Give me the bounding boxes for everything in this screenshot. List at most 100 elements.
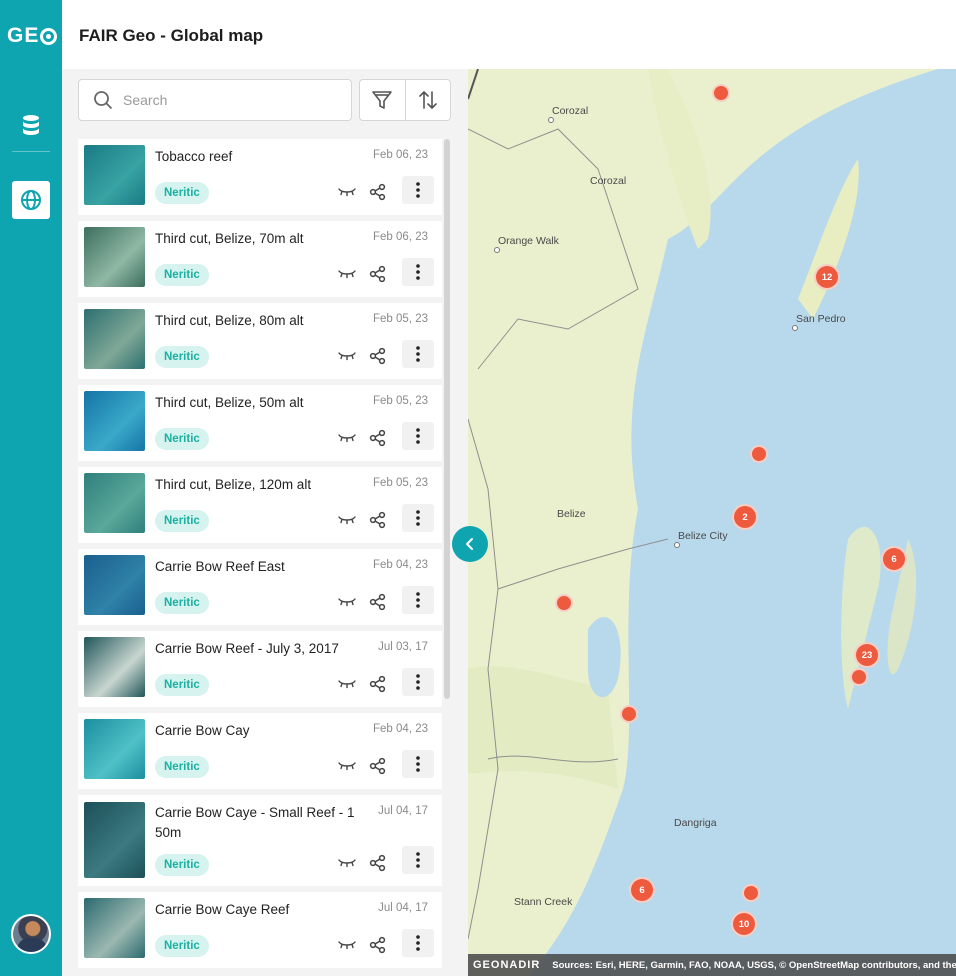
dataset-card[interactable]: Carrie Bow Caye Reef Jul 04, 17 Neritic [78,892,442,968]
dataset-card[interactable]: Third cut, Belize, 50m alt Feb 05, 23 Neri… [78,385,442,461]
global-map-button[interactable] [12,181,50,219]
site-marker[interactable] [742,884,760,902]
dataset-card[interactable]: Tobacco reef Feb 06, 23 Neritic [78,139,442,215]
visibility-toggle[interactable] [336,183,358,201]
more-vertical-icon [416,756,420,772]
geo-logo[interactable]: GE [7,24,58,48]
more-vertical-icon [416,852,420,868]
visibility-toggle[interactable] [336,854,358,872]
dataset-card[interactable]: Carrie Bow Reef - July 3, 2017 Jul 03, 17… [78,631,442,707]
more-options-button[interactable] [402,258,434,286]
dataset-thumbnail[interactable] [84,719,145,779]
cluster-marker[interactable]: 10 [731,911,757,937]
visibility-toggle[interactable] [336,511,358,529]
dataset-thumbnail[interactable] [84,637,145,697]
more-options-button[interactable] [402,504,434,532]
share-icon [369,511,387,529]
site-marker[interactable] [750,445,768,463]
more-options-button[interactable] [402,750,434,778]
cluster-marker[interactable]: 6 [881,546,907,572]
dataset-card[interactable]: Carrie Bow Cay Feb 04, 23 Neritic [78,713,442,789]
share-icon [369,936,387,954]
dataset-card[interactable]: Third cut, Belize, 120m alt Feb 05, 23 Ner… [78,467,442,543]
dataset-name[interactable]: Carrie Bow Cay [155,721,360,741]
visibility-toggle[interactable] [336,265,358,283]
dataset-thumbnail[interactable] [84,802,145,878]
cluster-marker[interactable]: 6 [629,877,655,903]
dataset-name[interactable]: Carrie Bow Reef East [155,557,360,577]
dataset-tag: Neritic [155,674,209,696]
site-marker[interactable] [555,594,573,612]
search-input[interactable] [123,89,333,111]
site-marker[interactable] [712,84,730,102]
visibility-toggle[interactable] [336,347,358,365]
dataset-name[interactable]: Third cut, Belize, 80m alt [155,311,360,331]
dataset-card[interactable]: Third cut, Belize, 80m alt Feb 05, 23 Neri… [78,303,442,379]
filter-button[interactable] [360,80,405,120]
dataset-card[interactable]: Third cut, Belize, 70m alt Feb 06, 23 Neri… [78,221,442,297]
more-options-button[interactable] [402,668,434,696]
dataset-thumbnail[interactable] [84,145,145,205]
place-dot [548,117,554,123]
dataset-card[interactable]: Carrie Bow Caye - Small Reef - 1 50m Jul … [78,795,442,886]
more-options-button[interactable] [402,176,434,204]
share-button[interactable] [368,264,388,284]
more-options-button[interactable] [402,846,434,874]
dataset-thumbnail[interactable] [84,227,145,287]
cluster-marker[interactable]: 12 [814,264,840,290]
eye-closed-icon [337,597,357,607]
dataset-tag: Neritic [155,592,209,614]
dataset-name[interactable]: Third cut, Belize, 70m alt [155,229,360,249]
sort-icon [419,91,437,109]
share-button[interactable] [368,853,388,873]
more-options-button[interactable] [402,586,434,614]
share-button[interactable] [368,935,388,955]
visibility-toggle[interactable] [336,593,358,611]
visibility-toggle[interactable] [336,936,358,954]
share-button[interactable] [368,756,388,776]
share-button[interactable] [368,346,388,366]
sort-button[interactable] [404,80,450,120]
cluster-marker[interactable]: 23 [854,642,880,668]
dataset-card[interactable]: Carrie Bow Reef East Feb 04, 23 Neritic [78,549,442,625]
dataset-thumbnail[interactable] [84,898,145,958]
share-button[interactable] [368,182,388,202]
share-button[interactable] [368,510,388,530]
share-button[interactable] [368,592,388,612]
dataset-name[interactable]: Carrie Bow Reef - July 3, 2017 [155,639,360,659]
dataset-thumbnail[interactable] [84,555,145,615]
more-options-button[interactable] [402,340,434,368]
visibility-toggle[interactable] [336,429,358,447]
list-scrollbar[interactable] [444,139,450,699]
dataset-name[interactable]: Third cut, Belize, 50m alt [155,393,360,413]
share-icon [369,265,387,283]
dataset-name[interactable]: Carrie Bow Caye - Small Reef - 1 50m [155,803,360,843]
dataset-name[interactable]: Third cut, Belize, 120m alt [155,475,360,495]
geonadir-logo: GEONADIR [473,959,541,971]
dataset-name[interactable]: Carrie Bow Caye Reef [155,900,360,920]
place-label: San Pedro [796,313,846,325]
place-dot [494,247,500,253]
dataset-thumbnail[interactable] [84,309,145,369]
database-button[interactable] [12,106,50,144]
more-options-button[interactable] [402,929,434,957]
page-title: FAIR Geo - Global map [79,26,264,45]
more-options-button[interactable] [402,422,434,450]
visibility-toggle[interactable] [336,675,358,693]
collapse-panel-button[interactable] [452,526,488,562]
map-view[interactable]: Corozal Corozal Orange Walk San Pedro Belize… [468,69,956,976]
dataset-tag: Neritic [155,756,209,778]
search-box[interactable] [78,79,352,121]
eye-closed-icon [337,351,357,361]
cluster-marker[interactable]: 2 [732,504,758,530]
dataset-thumbnail[interactable] [84,391,145,451]
share-button[interactable] [368,428,388,448]
dataset-thumbnail[interactable] [84,473,145,533]
visibility-toggle[interactable] [336,757,358,775]
share-button[interactable] [368,674,388,694]
dataset-name[interactable]: Tobacco reef [155,147,360,167]
site-marker[interactable] [620,705,638,723]
site-marker[interactable] [850,668,868,686]
user-avatar[interactable] [11,914,51,954]
dataset-tag: Neritic [155,428,209,450]
